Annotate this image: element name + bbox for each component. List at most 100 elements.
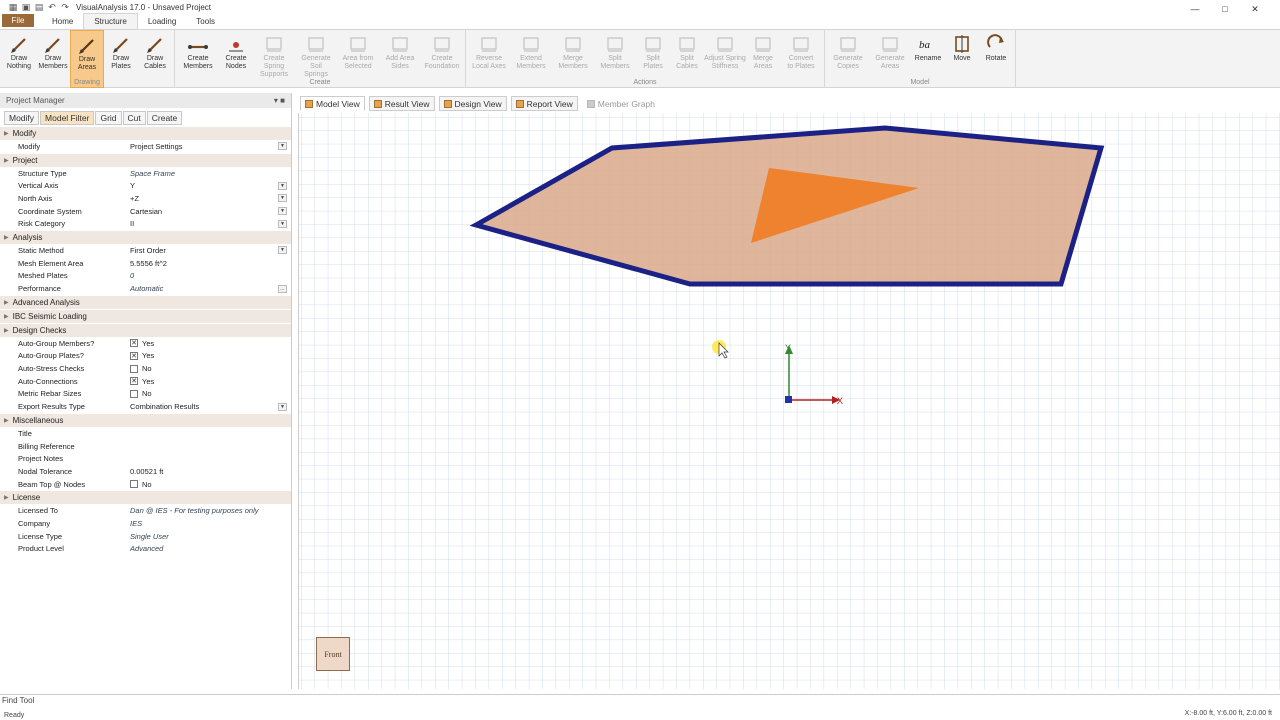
property-value-text: Space Frame: [130, 168, 176, 178]
property-value-north-axis[interactable]: +Z ▼: [128, 192, 291, 204]
ribbon-button-label: Split Cables: [676, 55, 698, 70]
tab-design-view[interactable]: Design View: [438, 96, 507, 111]
pm-section-design-checks[interactable]: ▶ Design Checks: [0, 323, 291, 337]
pm-tab-grid[interactable]: Grid: [95, 111, 122, 125]
expand-triangle-icon[interactable]: ▶: [4, 494, 9, 501]
property-value-licensed-to[interactable]: Dan @ IES - For testing purposes only: [128, 505, 291, 517]
ribbon-tab-tools[interactable]: Tools: [186, 13, 225, 29]
property-value-coordinate-system[interactable]: Cartesian ▼: [128, 205, 291, 217]
property-value-export-results-type[interactable]: Combination Results ▼: [128, 401, 291, 413]
expand-triangle-icon[interactable]: ▶: [4, 234, 9, 241]
property-value-metric-rebar-sizes[interactable]: No: [128, 388, 291, 400]
save-icon[interactable]: ▣: [21, 2, 31, 12]
property-value-company[interactable]: IES: [128, 517, 291, 529]
tab-member-graph[interactable]: Member Graph: [582, 96, 660, 111]
checkbox[interactable]: [130, 389, 138, 398]
view-tab-label: Report View: [526, 98, 573, 109]
undo-icon[interactable]: ↶: [47, 2, 57, 12]
ellipsis-button[interactable]: ...: [278, 284, 287, 293]
expand-triangle-icon[interactable]: ▶: [4, 313, 9, 320]
move-icon: [951, 33, 973, 55]
pm-tab-model-filter[interactable]: Model Filter: [40, 111, 95, 125]
ribbon-tab-home[interactable]: Home: [42, 13, 83, 29]
expand-triangle-icon[interactable]: ▶: [4, 157, 9, 164]
expand-triangle-icon[interactable]: ▶: [4, 327, 9, 334]
dropdown-arrow-icon[interactable]: ▼: [278, 402, 287, 411]
pm-section-miscellaneous[interactable]: ▶ Miscellaneous: [0, 414, 291, 427]
file-menu-button[interactable]: File: [2, 14, 34, 27]
model-view-canvas[interactable]: Y X Front: [298, 113, 1280, 689]
property-value-text: IES: [130, 518, 143, 528]
ribbon-button-label: Generate Areas: [875, 55, 905, 70]
pm-tab-cut[interactable]: Cut: [122, 111, 146, 125]
property-value-text: Yes: [142, 376, 155, 386]
x-axis-label: X: [837, 396, 843, 406]
split-plates-icon: [642, 33, 664, 55]
pm-section-modify[interactable]: ▶ Modify: [0, 127, 291, 140]
property-value-performance[interactable]: Automatic...: [128, 283, 291, 295]
checkbox[interactable]: [130, 364, 138, 373]
find-tool[interactable]: Find Tool: [0, 694, 1280, 706]
checkbox[interactable]: [130, 480, 138, 489]
tab-model-view[interactable]: Model View: [300, 96, 365, 111]
window-controls: — □ ✕: [1180, 0, 1270, 15]
property-value-mesh-element-area[interactable]: 5.5556 ft^2: [128, 257, 291, 269]
pm-tab-create[interactable]: Create: [146, 111, 183, 125]
pm-section-advanced-analysis[interactable]: ▶ Advanced Analysis: [0, 295, 291, 309]
property-value-vertical-axis[interactable]: Y ▼: [128, 180, 291, 192]
dropdown-arrow-icon[interactable]: ▼: [278, 194, 287, 203]
property-value-license-type[interactable]: Single User: [128, 530, 291, 542]
dropdown-arrow-icon[interactable]: ▼: [278, 219, 287, 228]
checkbox[interactable]: ✕: [130, 351, 138, 360]
property-value-auto-group-plates[interactable]: ✕ Yes: [128, 350, 291, 362]
project-manager-tabs: Modify Model Filter Grid Cut Create: [0, 110, 291, 126]
checkbox[interactable]: ✕: [130, 377, 138, 386]
tab-result-view[interactable]: Result View: [368, 96, 435, 111]
panel-pin-icon[interactable]: ▾ ■: [274, 96, 285, 105]
checkbox[interactable]: ✕: [130, 339, 138, 348]
property-value-auto-group-members[interactable]: ✕ Yes: [128, 337, 291, 349]
expand-triangle-icon[interactable]: ▶: [4, 299, 9, 306]
property-row: Nodal Tolerance 0.00521 ft: [0, 465, 291, 478]
dropdown-arrow-icon[interactable]: ▼: [278, 142, 287, 151]
dropdown-arrow-icon[interactable]: ▼: [278, 207, 287, 216]
ribbon-tab-bar: File Home Structure Loading Tools: [0, 13, 1280, 30]
expand-triangle-icon[interactable]: ▶: [4, 130, 9, 137]
convert-plates-icon: [790, 33, 812, 55]
tab-report-view[interactable]: Report View: [510, 96, 578, 111]
property-value-static-method[interactable]: First Order ▼: [128, 244, 291, 256]
property-name: Export Results Type: [18, 402, 85, 412]
ribbon-tab-structure[interactable]: Structure: [83, 13, 138, 29]
property-value-billing-reference[interactable]: [128, 440, 291, 452]
expand-triangle-icon[interactable]: ▶: [4, 417, 9, 424]
property-value-auto-stress-checks[interactable]: No: [128, 363, 291, 375]
pm-section-project[interactable]: ▶ Project: [0, 153, 291, 167]
view-cube-front[interactable]: Front: [316, 637, 350, 671]
dropdown-arrow-icon[interactable]: ▼: [278, 246, 287, 255]
quick-access-toolbar: ▦ ▣ ▤ ↶ ↷: [0, 0, 70, 14]
property-value-beam-top-nodes[interactable]: No: [128, 478, 291, 490]
property-name: Structure Type: [18, 168, 67, 178]
dropdown-arrow-icon[interactable]: ▼: [278, 181, 287, 190]
property-value-risk-category[interactable]: II ▼: [128, 218, 291, 230]
property-value-structure-type[interactable]: Space Frame: [128, 167, 291, 179]
redo-icon[interactable]: ↷: [60, 2, 70, 12]
save-all-icon[interactable]: ▤: [34, 2, 44, 12]
pm-section-ibc-seismic-loading[interactable]: ▶ IBC Seismic Loading: [0, 309, 291, 323]
ribbon-button-label: Generate Soil Springs: [301, 55, 331, 78]
property-value-product-level[interactable]: Advanced: [128, 543, 291, 555]
pm-section-analysis[interactable]: ▶ Analysis: [0, 231, 291, 245]
property-value-title[interactable]: [128, 427, 291, 439]
property-value-modify[interactable]: Project Settings ▼: [128, 140, 291, 152]
property-name: Auto-Stress Checks: [18, 364, 85, 374]
pm-tab-modify[interactable]: Modify: [4, 111, 40, 125]
app-icon[interactable]: ▦: [8, 2, 18, 12]
model-drawing[interactable]: Y X: [299, 113, 1280, 689]
pm-section-license[interactable]: ▶ License: [0, 491, 291, 505]
property-value-auto-connections[interactable]: ✕ Yes: [128, 375, 291, 387]
property-value-meshed-plates[interactable]: 0: [128, 270, 291, 282]
ribbon-tab-loading[interactable]: Loading: [138, 13, 186, 29]
ribbon-button-label: Area from Selected: [342, 55, 374, 70]
property-value-project-notes[interactable]: [128, 453, 291, 465]
property-value-nodal-tolerance[interactable]: 0.00521 ft: [128, 465, 291, 477]
